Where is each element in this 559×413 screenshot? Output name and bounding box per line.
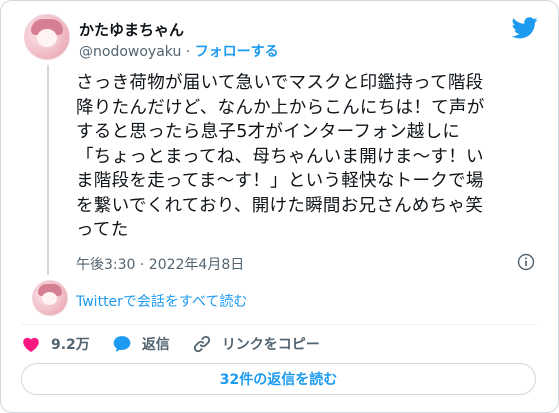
heart-icon (23, 337, 39, 352)
reply-button[interactable]: 返信 (112, 334, 170, 354)
link-icon (193, 335, 210, 353)
copy-link-button[interactable]: リンクをコピー (192, 334, 320, 354)
display-name[interactable]: かたゆまちゃん (79, 19, 184, 40)
read-replies-button[interactable]: 32件の返信を読む (21, 363, 536, 395)
reply-bubble-icon (113, 336, 131, 352)
conversation-avatar (32, 280, 68, 316)
handle[interactable]: @nodowoyaku (79, 44, 181, 60)
divider (21, 324, 538, 325)
author-avatar[interactable] (24, 14, 70, 60)
like-button[interactable]: 9.2万 (21, 334, 90, 354)
follow-button[interactable]: フォローする (195, 44, 279, 60)
info-icon[interactable] (517, 253, 535, 271)
reply-label: 返信 (141, 337, 170, 353)
action-bar: 9.2万 返信 リンクをコピー (21, 333, 342, 355)
like-count: 9.2万 (51, 337, 90, 353)
thread-line (47, 65, 49, 275)
copy-link-label: リンクをコピー (221, 337, 320, 353)
timestamp[interactable]: 午後3:30 · 2022年4月8日 (76, 254, 244, 274)
twitter-bird-icon[interactable] (512, 17, 538, 39)
tweet-text: さっき荷物が届いて急いでマスクと印鑑持って階段 降りたんだけど、なんか上からこん… (76, 73, 485, 240)
see-conversation-link[interactable]: Twitterで会話をすべて読む (76, 291, 247, 311)
tweet-card: かたゆまちゃん @nodowoyaku · フォローする さっき荷物が届いて急い… (0, 0, 559, 413)
separator: · (185, 44, 191, 60)
handle-row: @nodowoyaku · フォローする (79, 41, 279, 61)
